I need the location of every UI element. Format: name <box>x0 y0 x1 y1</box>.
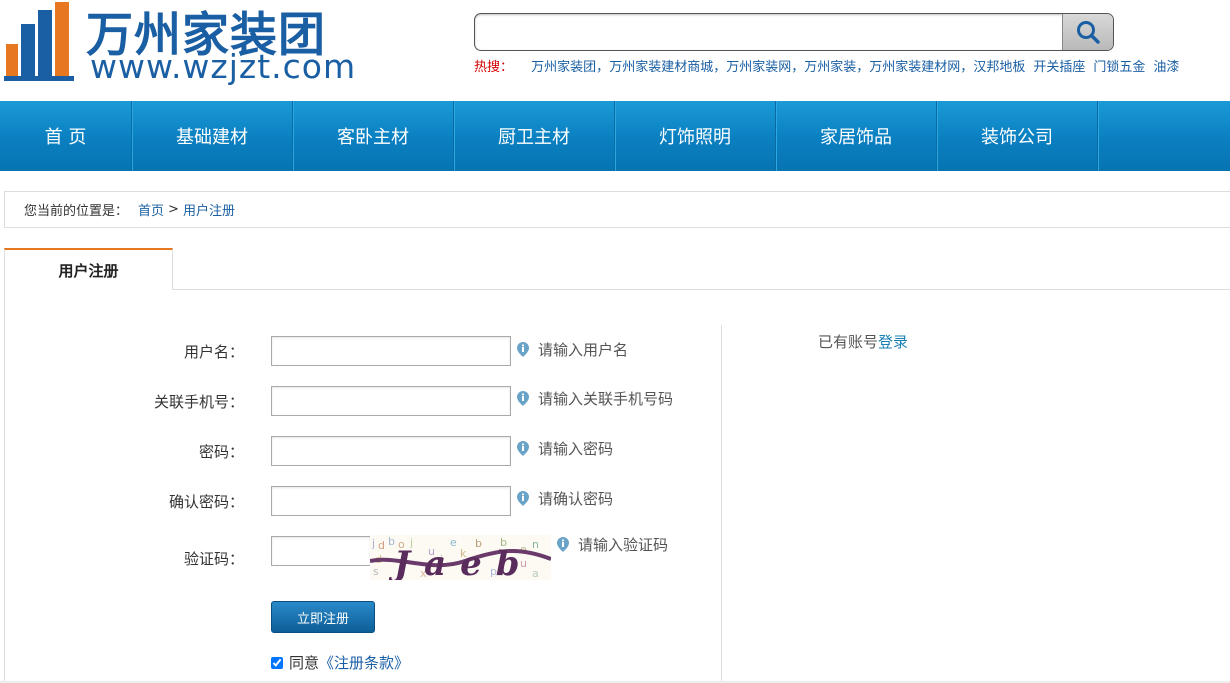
breadcrumb-prefix: 您当前的位置是： <box>24 204 129 219</box>
hot-link[interactable]: 万州家装网 <box>726 60 791 75</box>
info-pin-icon <box>517 342 529 357</box>
confirm-password-label: 确认密码： <box>168 493 244 511</box>
agree-row: 同意 《注册条款》 <box>271 652 409 673</box>
breadcrumb-home-link[interactable]: 首页 <box>138 200 164 219</box>
hot-link[interactable]: 油漆 <box>1153 60 1179 75</box>
phone-input[interactable] <box>271 386 511 416</box>
hot-link[interactable]: 门锁五金 <box>1093 60 1145 75</box>
password-hint: 请输入密码 <box>516 438 613 459</box>
search-button[interactable] <box>1062 14 1113 50</box>
nav-item-basic-materials[interactable]: 基础建材 <box>132 101 293 171</box>
search-icon <box>1077 21 1100 44</box>
search-box <box>474 13 1114 51</box>
username-label: 用户名： <box>183 343 244 361</box>
username-hint-text: 请输入用户名 <box>538 341 629 359</box>
confirm-password-hint: 请确认密码 <box>516 488 613 509</box>
hot-link[interactable]: 汉邦地板 <box>973 60 1025 75</box>
password-input[interactable] <box>271 436 511 466</box>
nav-item-bedroom-materials[interactable]: 客卧主材 <box>293 101 454 171</box>
confirm-password-input[interactable] <box>271 486 511 516</box>
captcha-code: Jaeb <box>388 544 534 580</box>
breadcrumb: 您当前的位置是： 首页 > 用户注册 <box>4 191 1230 228</box>
register-button[interactable]: 立即注册 <box>271 601 375 633</box>
phone-hint-text: 请输入关联手机号码 <box>538 390 674 408</box>
nav-item-home-decor[interactable]: 家居饰品 <box>776 101 937 171</box>
svg-text:j: j <box>371 537 375 550</box>
info-pin-icon <box>557 537 569 552</box>
nav-item-decoration-company[interactable]: 装饰公司 <box>937 101 1098 171</box>
hot-link[interactable]: 开关插座 <box>1033 60 1085 75</box>
info-pin-icon <box>517 391 529 406</box>
captcha-input[interactable] <box>271 536 371 566</box>
agree-checkbox[interactable] <box>271 656 283 669</box>
captcha-noise-icon: j d b o j u e k b b e n d s j u a p x Ja… <box>370 535 551 580</box>
svg-text:d: d <box>378 539 385 552</box>
phone-label: 关联手机号： <box>153 393 244 411</box>
nav-item-home[interactable]: 首 页 <box>0 101 132 171</box>
hot-link[interactable]: 万州家装建材网 <box>869 60 960 75</box>
confirm-password-hint-text: 请确认密码 <box>538 490 614 508</box>
password-hint-text: 请输入密码 <box>538 440 614 458</box>
hot-link[interactable]: 万州家装团 <box>531 60 596 75</box>
hot-search-bar: 热搜： 万州家装团，万州家装建材商城，万州家装网，万州家装，万州家装建材网，汉邦… <box>474 60 1180 75</box>
hot-link[interactable]: 万州家装建材商城 <box>609 60 713 75</box>
hot-link[interactable]: 万州家装 <box>804 60 856 75</box>
login-link[interactable]: 登录 <box>878 333 908 351</box>
username-input[interactable] <box>271 336 511 366</box>
terms-link[interactable]: 《注册条款》 <box>319 652 409 673</box>
hot-search-label: 热搜： <box>474 60 514 75</box>
info-pin-icon <box>517 441 529 456</box>
site-logo[interactable]: 万州家装团 www.wzjzt.com <box>4 0 357 90</box>
breadcrumb-separator: > <box>168 202 179 217</box>
captcha-hint-text: 请输入验证码 <box>578 536 669 554</box>
captcha-image[interactable]: j d b o j u e k b b e n d s j u a p x Ja… <box>370 535 551 580</box>
svg-text:s: s <box>373 565 379 578</box>
tab-register[interactable]: 用户注册 <box>4 248 173 290</box>
password-label: 密码： <box>198 443 244 461</box>
captcha-hint: 请输入验证码 <box>556 534 668 555</box>
main-nav: 首 页 基础建材 客卧主材 厨卫主材 灯饰照明 家居饰品 装饰公司 <box>0 101 1230 171</box>
logo-bars-icon <box>4 2 74 81</box>
logo-domain: www.wzjzt.com <box>90 47 357 86</box>
search-input[interactable] <box>475 14 1060 50</box>
nav-item-lighting[interactable]: 灯饰照明 <box>615 101 776 171</box>
login-hint: 已有账号登录 <box>818 331 908 352</box>
form-divider <box>721 325 722 683</box>
nav-item-kitchen-bath[interactable]: 厨卫主材 <box>454 101 615 171</box>
captcha-label: 验证码： <box>183 550 244 568</box>
username-hint: 请输入用户名 <box>516 339 628 360</box>
login-hint-text: 已有账号 <box>818 333 879 351</box>
info-pin-icon <box>517 491 529 506</box>
breadcrumb-current-link[interactable]: 用户注册 <box>183 200 235 219</box>
tab-baseline <box>4 289 1230 290</box>
phone-hint: 请输入关联手机号码 <box>516 388 673 409</box>
agree-text: 同意 <box>289 654 320 672</box>
